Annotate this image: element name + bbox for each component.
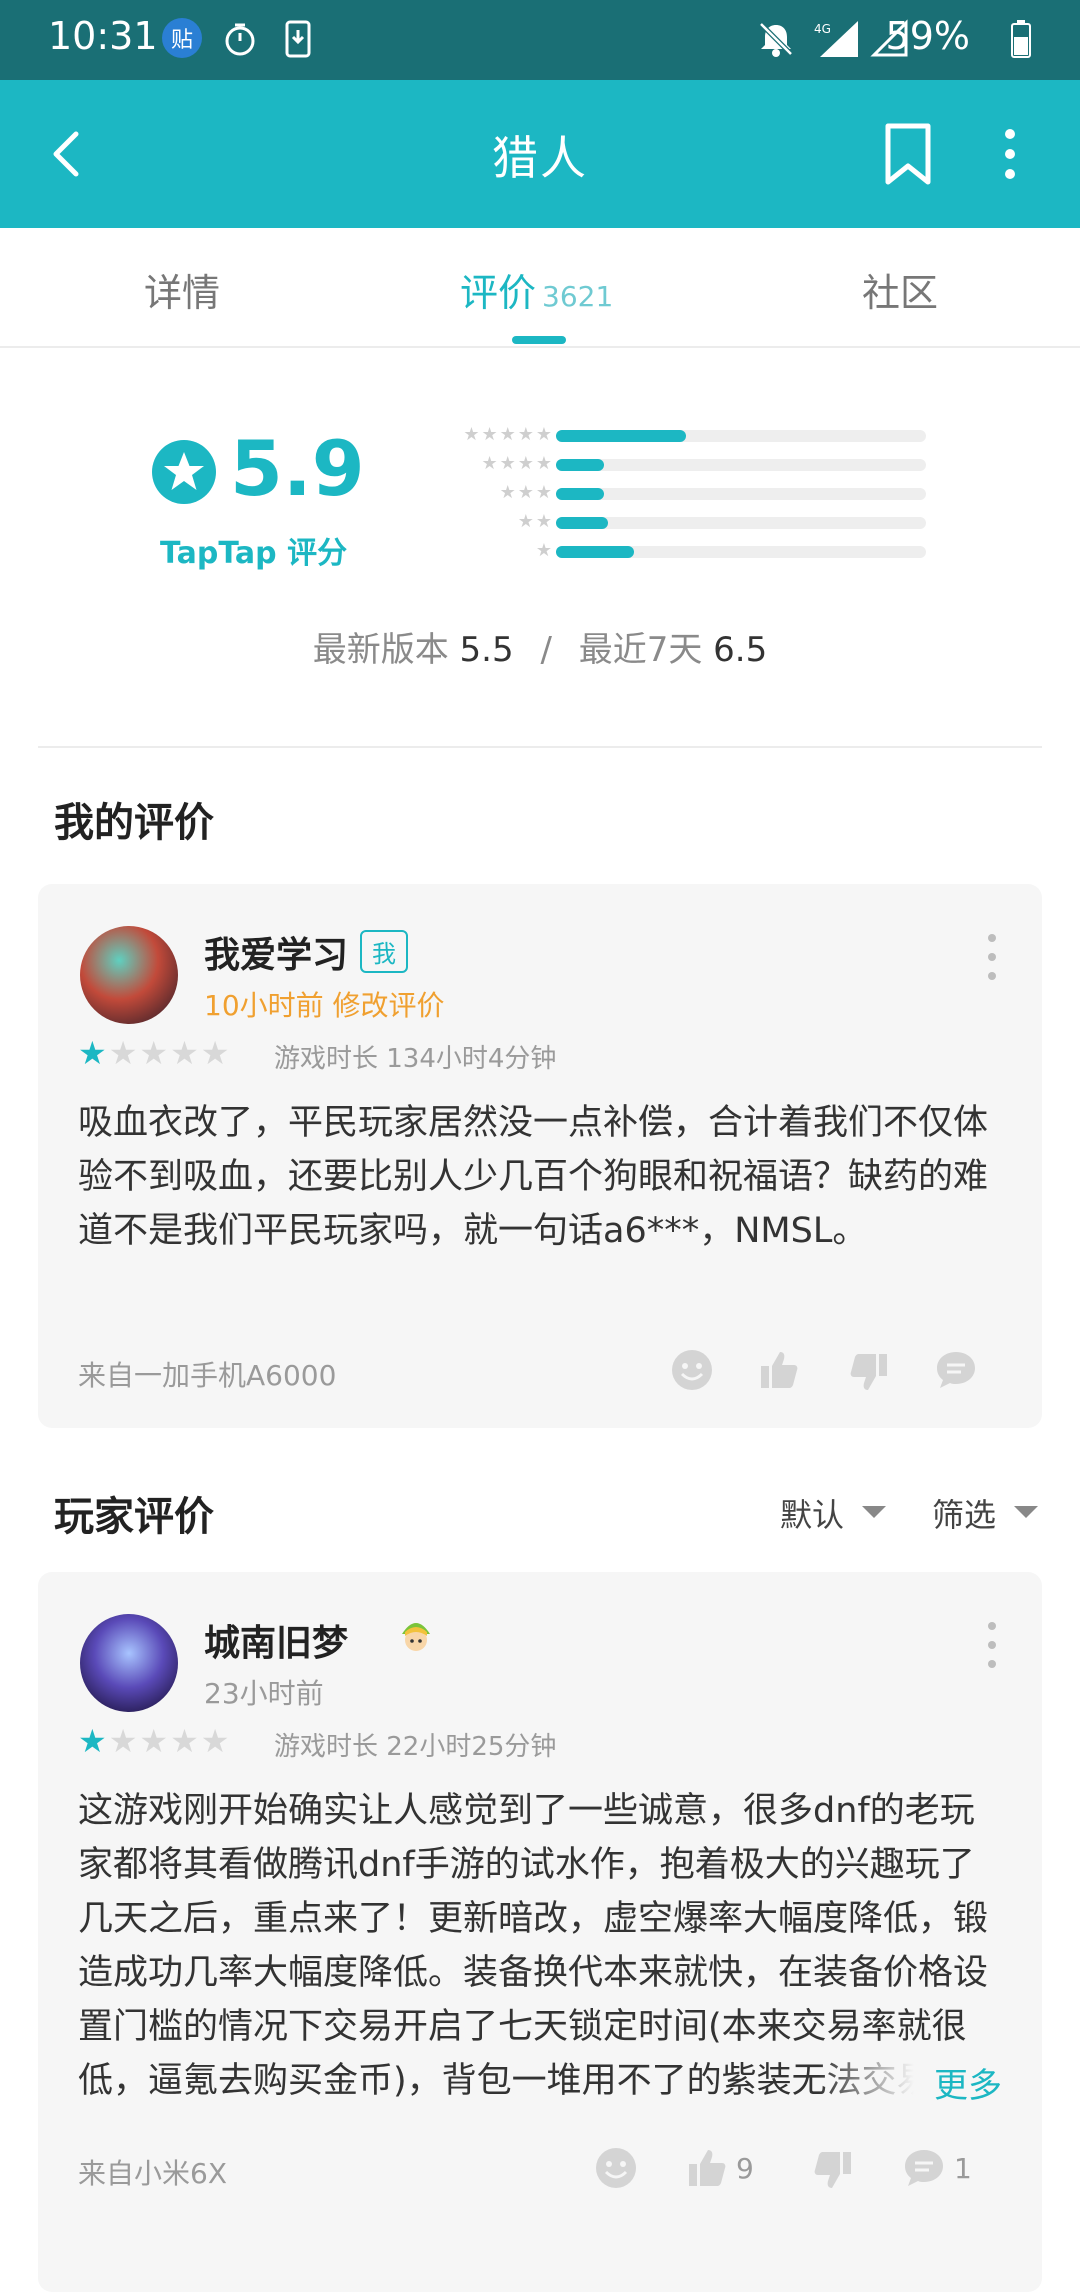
rating-bar-track (556, 430, 926, 442)
tab-community[interactable]: 社区 (862, 262, 938, 317)
rating-value: 5.9 (230, 424, 365, 513)
recent-score: 6.5 (713, 630, 768, 670)
bookmark-icon[interactable] (880, 122, 936, 186)
my-review-card: 我爱学习 我 10小时前 修改评价 ★★★★★ 游戏时长 134小时4分钟 吸血… (38, 884, 1042, 1428)
star-rating: ★★★★★ (78, 1722, 231, 1760)
star-empty-icon: ★ (139, 1034, 171, 1072)
star-filled-icon: ★ (78, 1034, 109, 1072)
timer-icon (222, 18, 258, 60)
chevron-down-icon (862, 1506, 887, 1518)
star-rating: ★★★★★ (78, 1034, 231, 1072)
my-review-title: 我的评价 (54, 800, 214, 846)
read-more-link[interactable]: 更多 (934, 2058, 1002, 2107)
more-vert-icon[interactable] (990, 122, 1030, 186)
rating-distribution: ★★★★★ ★★★★ ★★★ ★★ ★ (424, 424, 934, 569)
avatar[interactable] (80, 1614, 178, 1712)
star-badge-icon (152, 440, 216, 504)
edit-review-link[interactable]: 10小时前 修改评价 (204, 984, 445, 1024)
comment-icon (905, 2150, 943, 2186)
more-options-icon[interactable] (982, 1622, 1002, 1668)
player-reviews-title: 玩家评价 (54, 1494, 214, 1540)
thumbs-down-icon[interactable] (846, 1350, 890, 1394)
rating-bar-track (556, 517, 926, 529)
user-emblem-icon (396, 1616, 436, 1656)
tab-details[interactable]: 详情 (144, 262, 220, 317)
more-options-icon[interactable] (982, 934, 1002, 980)
tab-reviews[interactable]: 评价 3621 (460, 262, 613, 317)
battery-icon (1010, 18, 1032, 60)
thumbs-down-icon[interactable] (810, 2148, 854, 2192)
review-time: 23小时前 (204, 1677, 324, 1710)
rating-bar-1-star: ★ (424, 540, 934, 569)
emoji-react-icon[interactable] (670, 1348, 714, 1392)
latest-version-score: 5.5 (459, 630, 514, 670)
thumbs-up-icon[interactable] (758, 1348, 802, 1392)
rating-bar-3-star: ★★★ (424, 482, 934, 511)
avatar[interactable] (80, 926, 178, 1024)
playtime: 游戏时长 22小时25分钟 (274, 1732, 557, 1762)
rating-bar-2-star: ★★ (424, 511, 934, 540)
device-source: 来自一加手机A6000 (78, 1359, 337, 1392)
star-filled-icon: ★ (78, 1722, 109, 1760)
rating-bar-fill (556, 488, 605, 500)
taptap-rating-label: TapTap 评分 (160, 536, 348, 571)
phone-download-icon (284, 18, 312, 60)
thumbs-up-icon (689, 2150, 726, 2186)
status-bar: 10:31 贴 4G 59% (0, 0, 1080, 80)
rating-bar-stars-icon: ★★★★ (481, 453, 554, 474)
battery-percent: 59% (885, 14, 970, 58)
version-scores: 最新版本 5.5 / 最近7天 6.5 (312, 630, 768, 670)
comment-icon[interactable] (934, 1348, 978, 1392)
username[interactable]: 城南旧梦 (204, 1614, 348, 1666)
like-count: 9 (736, 2151, 754, 2185)
signal-4g-icon: 4G (812, 18, 864, 60)
tab-indicator (512, 336, 566, 344)
playtime: 游戏时长 134小时4分钟 (274, 1044, 557, 1074)
rating-bar-stars-icon: ★★★★★ (463, 424, 554, 445)
rating-bar-5-star: ★★★★★ (424, 424, 934, 453)
emoji-react-icon[interactable] (594, 2146, 638, 2190)
rating-bar-track (556, 459, 926, 471)
comment-count: 1 (954, 2151, 972, 2185)
app-bar: 猎人 (0, 80, 1080, 228)
star-empty-icon: ★ (108, 1034, 140, 1072)
rating-bar-fill (556, 459, 605, 471)
star-empty-icon: ★ (200, 1034, 232, 1072)
username[interactable]: 我爱学习 (204, 926, 348, 978)
mute-bell-icon (756, 18, 796, 60)
rating-bar-fill (556, 430, 686, 442)
me-badge: 我 (360, 930, 408, 973)
rating-bar-track (556, 546, 926, 558)
rating-bar-track (556, 488, 926, 500)
divider (38, 746, 1042, 748)
thumbs-up-button[interactable]: 9 (686, 2146, 754, 2190)
tieba-notification-icon: 贴 (162, 18, 202, 58)
svg-text:4G: 4G (814, 22, 831, 36)
device-source: 来自小米6X (78, 2157, 227, 2190)
rating-bar-stars-icon: ★ (535, 540, 554, 561)
review-card: 城南旧梦 23小时前 ★★★★★ 游戏时长 22小时25分钟 这游戏刚开始确实让… (38, 1572, 1042, 2292)
rating-bar-stars-icon: ★★★ (499, 482, 554, 503)
star-empty-icon: ★ (200, 1722, 232, 1760)
review-count: 3621 (542, 280, 614, 313)
rating-bar-fill (556, 517, 608, 529)
tab-bar: 详情 评价 3621 社区 (0, 228, 1080, 348)
star-empty-icon: ★ (170, 1034, 201, 1072)
status-time: 10:31 (48, 14, 158, 58)
comment-button[interactable]: 1 (902, 2146, 972, 2190)
chevron-down-icon (1014, 1506, 1039, 1518)
star-empty-icon: ★ (139, 1722, 171, 1760)
star-empty-icon: ★ (108, 1722, 140, 1760)
rating-bar-fill (556, 546, 634, 558)
rating-bar-4-star: ★★★★ (424, 453, 934, 482)
sort-dropdown[interactable]: 默认 (780, 1490, 887, 1536)
review-text: 吸血衣改了，平民玩家居然没一点补偿，合计着我们不仅体验不到吸血，还要比别人少几百… (78, 1103, 989, 1251)
rating-bar-stars-icon: ★★ (517, 511, 554, 532)
star-empty-icon: ★ (170, 1722, 201, 1760)
filter-dropdown[interactable]: 筛选 (932, 1490, 1039, 1536)
